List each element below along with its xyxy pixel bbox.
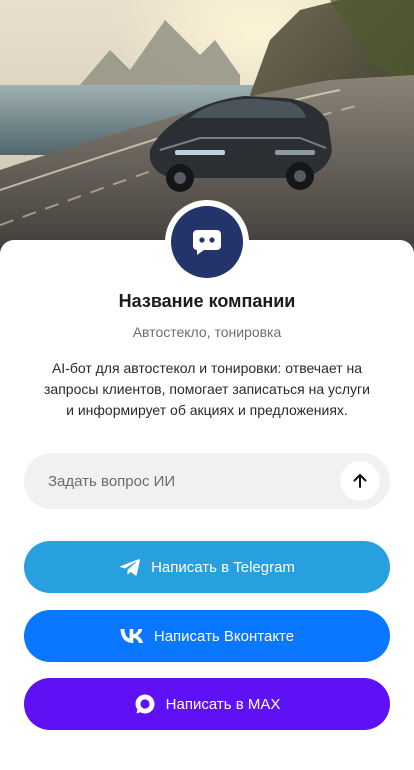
telegram-icon: [119, 557, 141, 577]
company-category: Автостекло, тонировка: [132, 324, 282, 340]
send-button[interactable]: [340, 461, 380, 501]
telegram-button-label: Написать в Telegram: [151, 558, 295, 576]
vk-icon: [120, 629, 144, 643]
chat-bot-icon: [193, 230, 221, 255]
avatar: [165, 200, 249, 284]
vk-button[interactable]: Написать Вконтакте: [24, 610, 390, 662]
bot-profile-page: Название компании Автостекло, тонировка …: [0, 0, 414, 770]
avatar-circle: [171, 206, 243, 278]
max-icon: [134, 693, 156, 715]
vk-button-label: Написать Вконтакте: [153, 627, 295, 645]
telegram-button[interactable]: Написать в Telegram: [24, 541, 390, 593]
company-name: Название компании: [118, 291, 296, 311]
arrow-up-icon: [353, 474, 367, 488]
max-button[interactable]: Написать в MAX: [24, 678, 390, 730]
ask-ai-box: [24, 453, 390, 509]
max-button-label: Написать в MAX: [165, 695, 281, 713]
company-description: AI-бот для автостекол и тонировки: отвеч…: [44, 360, 370, 418]
ask-ai-input[interactable]: [24, 453, 324, 509]
